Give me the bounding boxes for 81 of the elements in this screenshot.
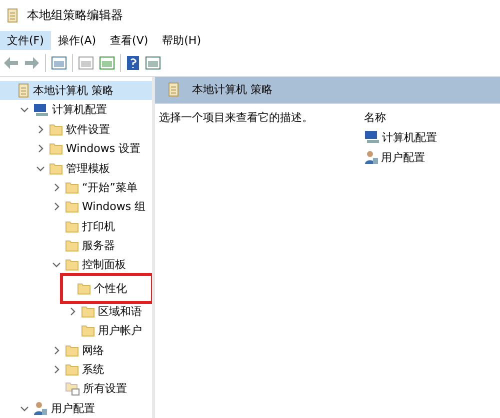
window-title: 本地组策略编辑器 xyxy=(27,7,123,24)
tree-item-label: 服务器 xyxy=(82,238,115,254)
console-tree-icon[interactable] xyxy=(51,55,67,72)
list-item[interactable]: 计算机配置 xyxy=(364,130,437,145)
tree-item[interactable]: 服务器 xyxy=(0,236,152,256)
tree-item[interactable]: 软件设置 xyxy=(0,120,152,139)
tree-item[interactable]: 控制面板 xyxy=(0,255,152,275)
tree-item[interactable]: 系统 xyxy=(0,360,152,380)
list-item[interactable]: 用户配置 xyxy=(364,150,437,165)
help-icon[interactable] xyxy=(126,55,140,72)
tree-item[interactable]: Windows 组 xyxy=(0,197,152,216)
chevron-down-icon[interactable] xyxy=(52,260,60,270)
folder-icon xyxy=(49,122,63,136)
chevron-right-icon[interactable] xyxy=(52,346,60,355)
menu-item[interactable]: 操作(A) xyxy=(50,31,104,50)
folder-icon xyxy=(77,282,91,295)
tree-item[interactable]: 用户帐户 xyxy=(0,321,152,340)
chevron-down-icon[interactable] xyxy=(20,404,28,413)
chevron-right-icon[interactable] xyxy=(52,202,60,212)
scroll-icon xyxy=(17,82,30,98)
tree-item[interactable]: 计算机配置 xyxy=(0,100,152,120)
tree-item-label: 个性化 xyxy=(94,280,127,296)
folder-icon xyxy=(65,363,79,376)
folder-icon xyxy=(65,180,79,194)
folder-icon xyxy=(81,304,95,318)
menu-item[interactable]: 查看(V) xyxy=(103,31,156,50)
menu-item[interactable]: 帮助(H) xyxy=(155,31,208,50)
tree-item[interactable]: 区域和语 xyxy=(0,302,152,322)
tree-item-label: 控制面板 xyxy=(82,257,126,272)
user-icon xyxy=(364,150,379,165)
tree-item[interactable]: 用户配置 xyxy=(0,398,152,418)
tree-item-label: 网络 xyxy=(82,342,104,358)
export-list-icon[interactable] xyxy=(99,55,115,72)
tree-item[interactable]: 网络 xyxy=(0,340,152,360)
tree-item[interactable]: 本地计算机 策略 xyxy=(0,80,152,100)
tree-item-label: 用户配置 xyxy=(51,400,95,416)
tree-item-label: 用户帐户 xyxy=(98,323,142,338)
panel-title: 本地计算机 策略 xyxy=(192,82,272,98)
column-header[interactable]: 名称 xyxy=(364,110,437,125)
folder-icon xyxy=(65,220,79,233)
tree-item[interactable]: Windows 设置 xyxy=(0,138,152,158)
tree-item-label: 区域和语 xyxy=(98,304,142,319)
tree-item[interactable]: 个性化 xyxy=(62,274,152,302)
chevron-right-icon[interactable] xyxy=(52,182,60,192)
tree-item[interactable]: 打印机 xyxy=(0,216,152,236)
tree-item[interactable]: “开始”菜单 xyxy=(0,178,152,198)
tree-item-label: 管理模板 xyxy=(66,160,110,176)
folder-icon xyxy=(49,142,63,156)
tree-item-label: 软件设置 xyxy=(66,122,110,137)
tree-item[interactable]: 管理模板 xyxy=(0,158,152,178)
folder-icon xyxy=(81,324,95,338)
folder-icon xyxy=(65,344,79,357)
scroll-icon xyxy=(6,8,19,24)
settings-icon xyxy=(65,381,80,396)
tree-item-label: Windows 组 xyxy=(82,199,146,214)
chevron-down-icon[interactable] xyxy=(20,105,28,114)
tree-item-label: “开始”菜单 xyxy=(82,180,138,195)
folder-icon xyxy=(65,200,79,214)
window-icon[interactable] xyxy=(78,55,94,72)
folder-icon xyxy=(49,162,63,174)
computer-icon xyxy=(364,130,380,144)
tree-item-label: Windows 设置 xyxy=(66,141,141,156)
chevron-right-icon[interactable] xyxy=(52,365,60,374)
chevron-right-icon[interactable] xyxy=(68,306,76,316)
chevron-right-icon[interactable] xyxy=(36,144,44,154)
tree-item-label: 所有设置 xyxy=(83,381,127,396)
tree-item[interactable]: 所有设置 xyxy=(0,379,152,399)
tree-item-label: 本地计算机 策略 xyxy=(33,82,114,98)
user-icon xyxy=(33,400,48,416)
computer-icon xyxy=(33,102,49,117)
tree-item-label: 系统 xyxy=(82,362,104,378)
chevron-down-icon[interactable] xyxy=(36,164,44,172)
scroll-icon xyxy=(167,82,180,98)
menu-item[interactable]: 文件(F) xyxy=(0,31,51,50)
tree-item-label: 打印机 xyxy=(82,218,115,234)
panel-icon[interactable] xyxy=(145,55,161,72)
description-text: 选择一个项目来查看它的描述。 xyxy=(159,110,314,126)
folder-icon xyxy=(65,258,79,272)
chevron-right-icon[interactable] xyxy=(36,124,44,134)
folder-icon xyxy=(65,239,79,252)
tree-item-label: 计算机配置 xyxy=(52,102,107,118)
